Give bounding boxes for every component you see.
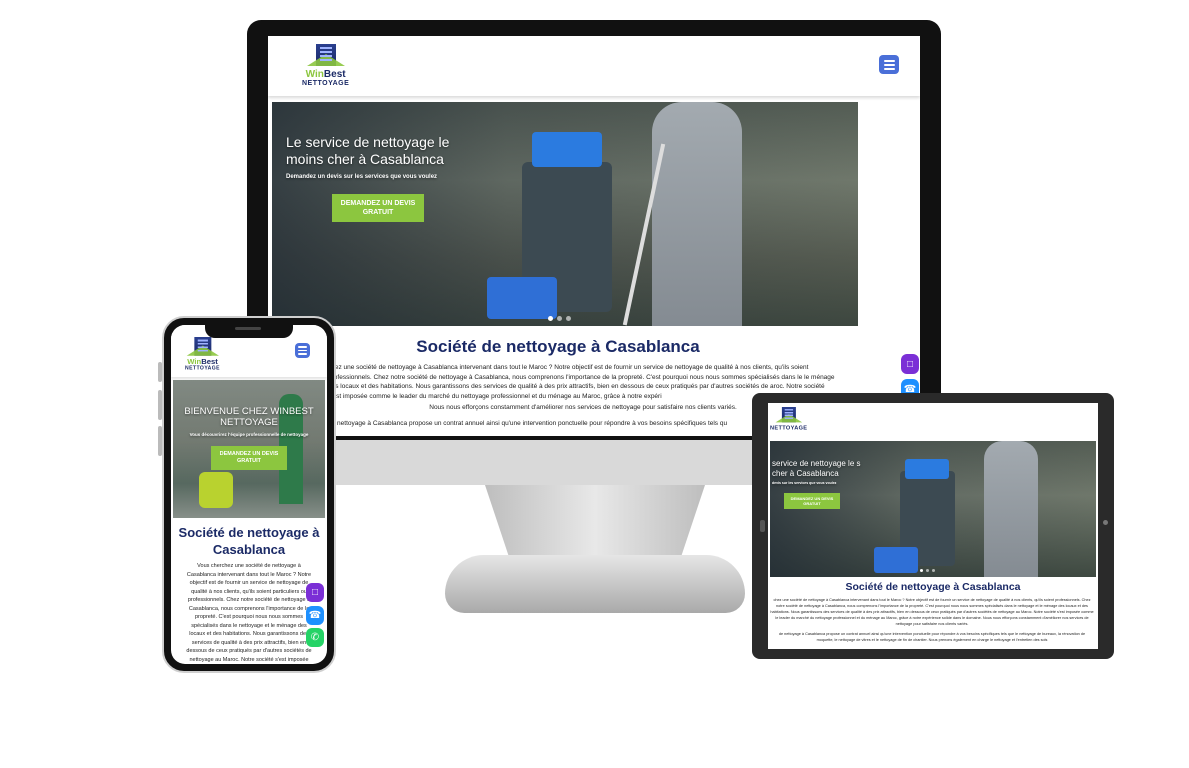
desktop-hero-slider[interactable]: Le service de nettoyage le moins cher à … <box>272 102 858 326</box>
phone-notch <box>205 322 293 338</box>
device-mockup-stage: WinBest NETTOYAGE Le service de nettoyag… <box>0 0 1189 768</box>
phone-hero-slider[interactable]: BIENVENUE CHEZ WINBEST NETTOYAGE Vous dé… <box>173 380 325 518</box>
phone-icon[interactable]: ☎ <box>306 606 324 625</box>
tablet-home-button <box>760 520 765 532</box>
logo-sub: NETTOYAGE <box>185 365 221 371</box>
tablet-paragraph-2: de nettoyage à Casablanca propose un con… <box>778 632 1086 642</box>
cleaner-figure <box>652 102 742 326</box>
building-logo-icon <box>775 407 802 423</box>
hamburger-icon[interactable] <box>879 55 899 74</box>
building-logo-icon <box>306 44 345 66</box>
tablet-logo-sub: NETTOYAGE <box>770 424 808 431</box>
logo-word-best: Best <box>323 69 346 80</box>
tablet-hero-slider[interactable]: service de nettoyage le s cher à Casabla… <box>770 441 1096 577</box>
logo-word-win: Win <box>187 357 202 366</box>
slider-dots[interactable] <box>920 569 935 572</box>
cleaner-figure <box>984 441 1038 577</box>
phone-screen: WinBest NETTOYAGE BIENVENUE CHEZ WINBEST… <box>171 325 327 664</box>
phone-quote-button[interactable]: DEMANDEZ UN DEVIS GRATUIT <box>211 446 287 470</box>
tablet-header: NETTOYAGE <box>768 403 1098 439</box>
slider-dots[interactable] <box>548 316 571 321</box>
monitor-stand-base <box>445 555 745 613</box>
tablet-section-title: Société de nettoyage à Casablanca <box>845 581 1021 593</box>
tablet-paragraph-1: chez une société de nettoyage à Casablan… <box>770 598 1094 626</box>
tablet-hero-subtitle: devis sur les services que vous voulez <box>772 481 837 485</box>
logo-word-win: Win <box>305 69 324 80</box>
logo-word-best: Best <box>201 357 218 366</box>
building-logo-icon <box>186 337 219 356</box>
desktop-hero-title: Le service de nettoyage le moins cher à … <box>286 134 450 167</box>
mop-bucket <box>874 547 918 573</box>
tablet-hero-title: service de nettoyage le s cher à Casabla… <box>772 459 861 478</box>
desktop-header: WinBest NETTOYAGE <box>268 36 920 96</box>
phone-hero-subtitle: Vous découvrirez l'équipe professionnell… <box>189 432 309 437</box>
tablet-screen: NETTOYAGE service de nettoyage le s cher… <box>768 403 1098 649</box>
logo-sub: NETTOYAGE <box>302 80 350 87</box>
cart-bucket-top <box>905 459 949 479</box>
chat-icon[interactable]: □ <box>306 583 324 602</box>
hamburger-icon[interactable] <box>295 343 310 358</box>
desktop-section-title: Société de nettoyage à Casablanca <box>416 337 700 356</box>
whatsapp-icon[interactable]: ✆ <box>306 628 324 647</box>
chat-icon[interactable]: □ <box>901 354 919 374</box>
cart-bucket-top <box>532 132 602 167</box>
desktop-hero-subtitle: Demandez un devis sur les services que v… <box>286 174 438 180</box>
phone-paragraph: Vous cherchez une société de nettoyage à… <box>186 563 312 663</box>
phone-section-title: Société de nettoyage à Casablanca <box>178 525 320 557</box>
tablet-logo[interactable]: NETTOYAGE <box>770 407 807 431</box>
tablet-quote-button[interactable]: DEMANDEZ UN DEVIS GRATUIT <box>784 493 840 509</box>
desktop-screen: WinBest NETTOYAGE Le service de nettoyag… <box>268 36 920 436</box>
tablet-camera <box>1103 520 1108 525</box>
desktop-logo[interactable]: WinBest NETTOYAGE <box>302 44 349 87</box>
mop-bucket <box>487 277 557 319</box>
phone-hero-title: BIENVENUE CHEZ WINBEST NETTOYAGE <box>184 406 314 428</box>
cleaner-figure-yellow <box>199 472 233 508</box>
phone-logo[interactable]: WinBest NETTOYAGE <box>185 337 220 371</box>
desktop-quote-button[interactable]: DEMANDEZ UN DEVIS GRATUIT <box>332 194 424 222</box>
